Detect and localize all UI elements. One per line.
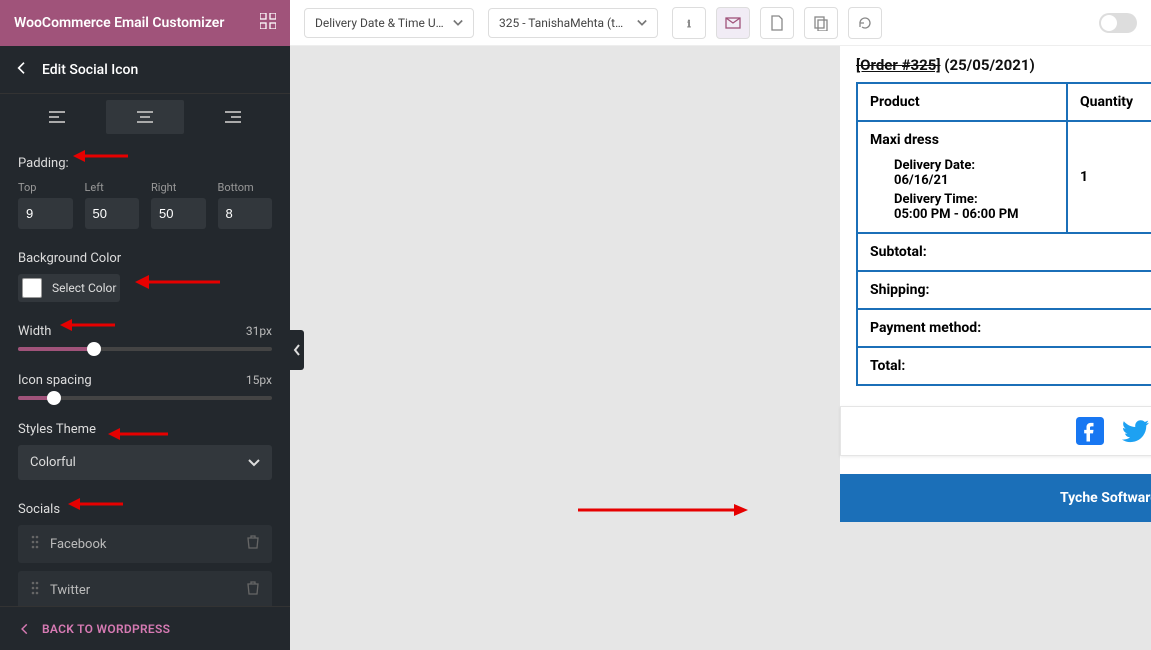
delivery-time-value: 05:00 PM - 06:00 PM [894, 207, 1054, 222]
app-title: WooCommerce Email Customizer [14, 15, 224, 31]
twitter-icon [1122, 417, 1150, 445]
sidebar-header: WooCommerce Email Customizer [0, 0, 290, 46]
theme-label: Styles Theme [18, 422, 272, 437]
sidebar: WooCommerce Email Customizer Edit Social… [0, 0, 290, 650]
total-label: Total: [857, 347, 1151, 385]
padding-right-label: Right [151, 181, 206, 194]
width-control: Width 31px [18, 324, 272, 339]
color-picker-text: Select Color [52, 281, 116, 295]
delivery-date-value: 06/16/21 [894, 173, 1054, 188]
spacing-slider[interactable] [18, 396, 272, 400]
email-preview: [Order #325] (25/05/2021) Product Quanti… [840, 46, 1151, 522]
spacing-label: Icon spacing [18, 373, 92, 388]
copy-button[interactable] [804, 7, 838, 39]
info-button[interactable]: i [672, 7, 706, 39]
padding-top-input[interactable] [18, 198, 73, 229]
trash-icon[interactable] [246, 581, 260, 599]
width-label: Width [18, 324, 51, 339]
item-name: Maxi dress [870, 132, 1054, 148]
delivery-date-label: Delivery Date: [894, 158, 1054, 173]
preview-toggle[interactable] [1099, 13, 1137, 33]
panel-header: Edit Social Icon [0, 46, 290, 94]
socials-list: Facebook Twitter [18, 525, 272, 606]
email-footer: Tyche Softwares [840, 474, 1151, 522]
social-name: Twitter [50, 583, 236, 598]
trash-icon[interactable] [246, 535, 260, 553]
back-arrow-icon[interactable] [14, 60, 30, 80]
facebook-icon [1076, 417, 1104, 445]
spacing-value: 15px [246, 373, 272, 387]
align-right-button[interactable] [194, 100, 272, 134]
refresh-button[interactable] [848, 7, 882, 39]
chevron-down-icon [248, 457, 260, 469]
th-qty: Quantity [1067, 83, 1151, 121]
color-swatch-icon [22, 278, 42, 298]
chevron-down-icon [453, 18, 463, 28]
dashboard-icon[interactable] [260, 13, 276, 33]
padding-right-input[interactable] [151, 198, 206, 229]
chevron-down-icon [637, 18, 647, 28]
back-arrow-icon [18, 622, 32, 636]
collapse-sidebar-button[interactable] [290, 330, 304, 370]
padding-bottom-input[interactable] [218, 198, 273, 229]
social-item-twitter[interactable]: Twitter [18, 571, 272, 606]
preview-canvas: [Order #325] (25/05/2021) Product Quanti… [290, 46, 1151, 650]
back-link-text: BACK TO WORDPRESS [42, 622, 170, 636]
summary-table: Subtotal:$40.00 Shipping:Flat rate Payme… [856, 232, 1151, 386]
padding-left-label: Left [85, 181, 140, 194]
th-product: Product [857, 83, 1067, 121]
social-item-facebook[interactable]: Facebook [18, 525, 272, 563]
width-slider[interactable] [18, 347, 272, 351]
mail-button[interactable] [716, 7, 750, 39]
theme-select[interactable]: Colorful [18, 445, 272, 480]
main-area: Delivery Date & Time Up... 325 - Tanisha… [290, 0, 1151, 650]
padding-inputs: Top Left Right Bottom [18, 181, 272, 229]
panel-title: Edit Social Icon [42, 62, 138, 78]
cell-qty: 1 [1067, 121, 1151, 233]
subtotal-label: Subtotal: [857, 233, 1151, 271]
order-select[interactable]: 325 - TanishaMehta (ta... [488, 8, 658, 38]
order-heading: [Order #325] (25/05/2021) [840, 46, 1151, 82]
width-value: 31px [246, 324, 272, 338]
padding-left-input[interactable] [85, 198, 140, 229]
bg-color-picker[interactable]: Select Color [18, 274, 120, 302]
cell-product: Maxi dress Delivery Date: 06/16/21 Deliv… [857, 121, 1067, 233]
alignment-control [18, 100, 272, 134]
email-type-select[interactable]: Delivery Date & Time Up... [304, 8, 474, 38]
order-link: [Order #325] [856, 56, 940, 74]
padding-bottom-label: Bottom [218, 181, 273, 194]
social-block[interactable] [840, 406, 1151, 456]
dd-value: Delivery Date & Time Up... [315, 16, 445, 30]
drag-icon[interactable] [30, 535, 40, 553]
topbar: Delivery Date & Time Up... 325 - Tanisha… [290, 0, 1151, 46]
shipping-label: Shipping: [857, 271, 1151, 309]
align-center-button[interactable] [106, 100, 184, 134]
socials-label: Socials [18, 502, 272, 517]
sidebar-body: Padding: Top Left Right Bottom Backgroun… [0, 94, 290, 606]
align-left-button[interactable] [18, 100, 96, 134]
order-date: (25/05/2021) [944, 56, 1035, 74]
svg-text:i: i [687, 18, 690, 30]
social-name: Facebook [50, 537, 236, 552]
document-button[interactable] [760, 7, 794, 39]
drag-icon[interactable] [30, 581, 40, 599]
padding-label: Padding: [18, 156, 272, 171]
spacing-control: Icon spacing 15px [18, 373, 272, 388]
bg-color-label: Background Color [18, 251, 272, 266]
theme-value: Colorful [30, 455, 76, 470]
order-table: Product Quantity Price Maxi dress Delive… [856, 82, 1151, 234]
dd-value: 325 - TanishaMehta (ta... [499, 16, 629, 30]
payment-label: Payment method: [857, 309, 1151, 347]
back-to-wordpress-link[interactable]: BACK TO WORDPRESS [0, 606, 290, 650]
delivery-time-label: Delivery Time: [894, 192, 1054, 207]
padding-top-label: Top [18, 181, 73, 194]
